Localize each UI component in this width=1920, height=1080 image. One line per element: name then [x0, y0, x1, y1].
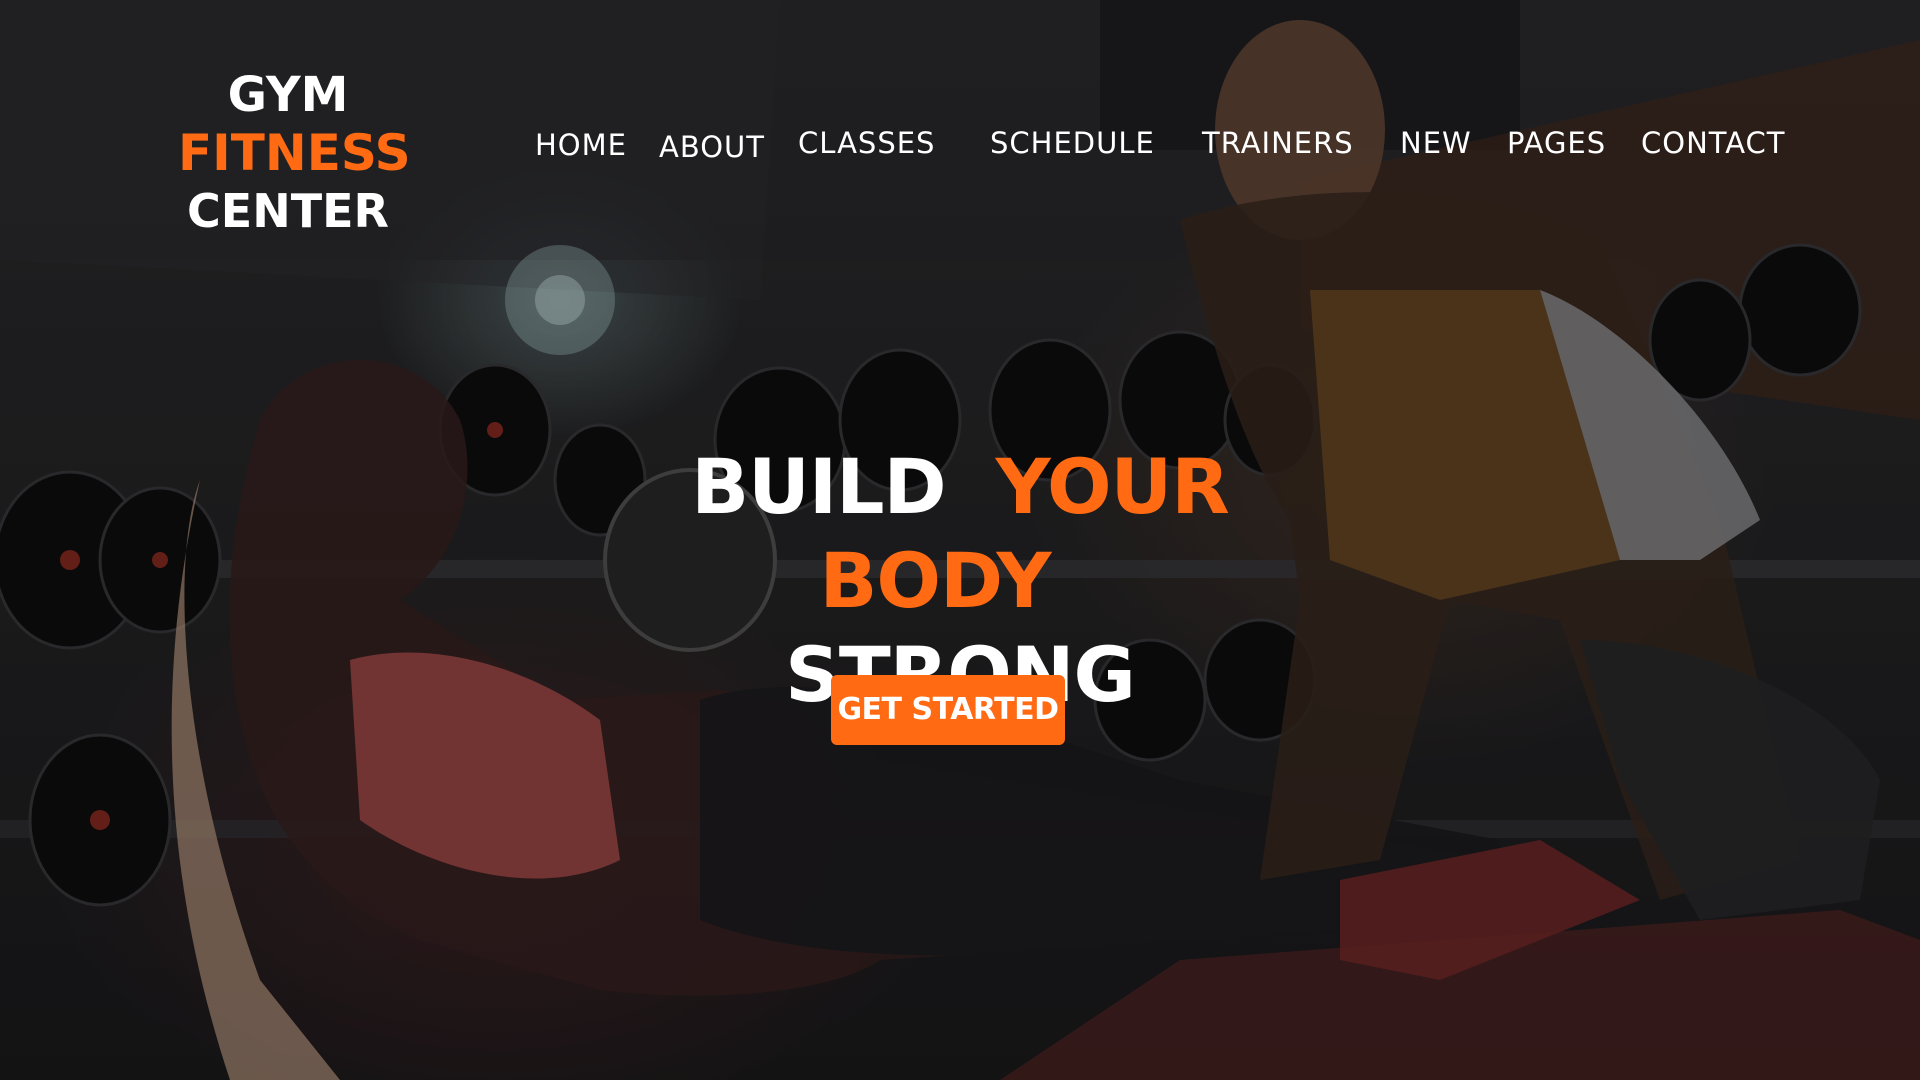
headline-word-build: BUILD — [691, 442, 946, 531]
main-navigation: HOME ABOUT CLASSES SCHEDULE TRAINERS NEW… — [0, 124, 1920, 164]
get-started-button[interactable]: GET STARTED — [831, 675, 1065, 745]
headline-word-your: YOUR — [995, 442, 1230, 531]
headline-word-body: BODY — [819, 536, 1051, 625]
logo-line-gym: GYM — [227, 67, 349, 123]
nav-item-schedule[interactable]: SCHEDULE — [990, 126, 1155, 160]
nav-item-classes[interactable]: CLASSES — [798, 126, 935, 160]
logo-line-center: CENTER — [187, 184, 389, 238]
nav-item-about[interactable]: ABOUT — [659, 130, 765, 164]
nav-item-pages[interactable]: PAGES — [1507, 126, 1606, 160]
nav-item-trainers[interactable]: TRAINERS — [1202, 126, 1354, 160]
nav-item-home[interactable]: HOME — [535, 128, 627, 162]
hero-section: GYM FITNESS CENTER HOME ABOUT CLASSES SC… — [0, 0, 1920, 1080]
nav-item-contact[interactable]: CONTACT — [1641, 126, 1786, 160]
headline-line-1: BUILD YOUR — [660, 440, 1260, 534]
nav-item-new[interactable]: NEW — [1400, 126, 1472, 160]
